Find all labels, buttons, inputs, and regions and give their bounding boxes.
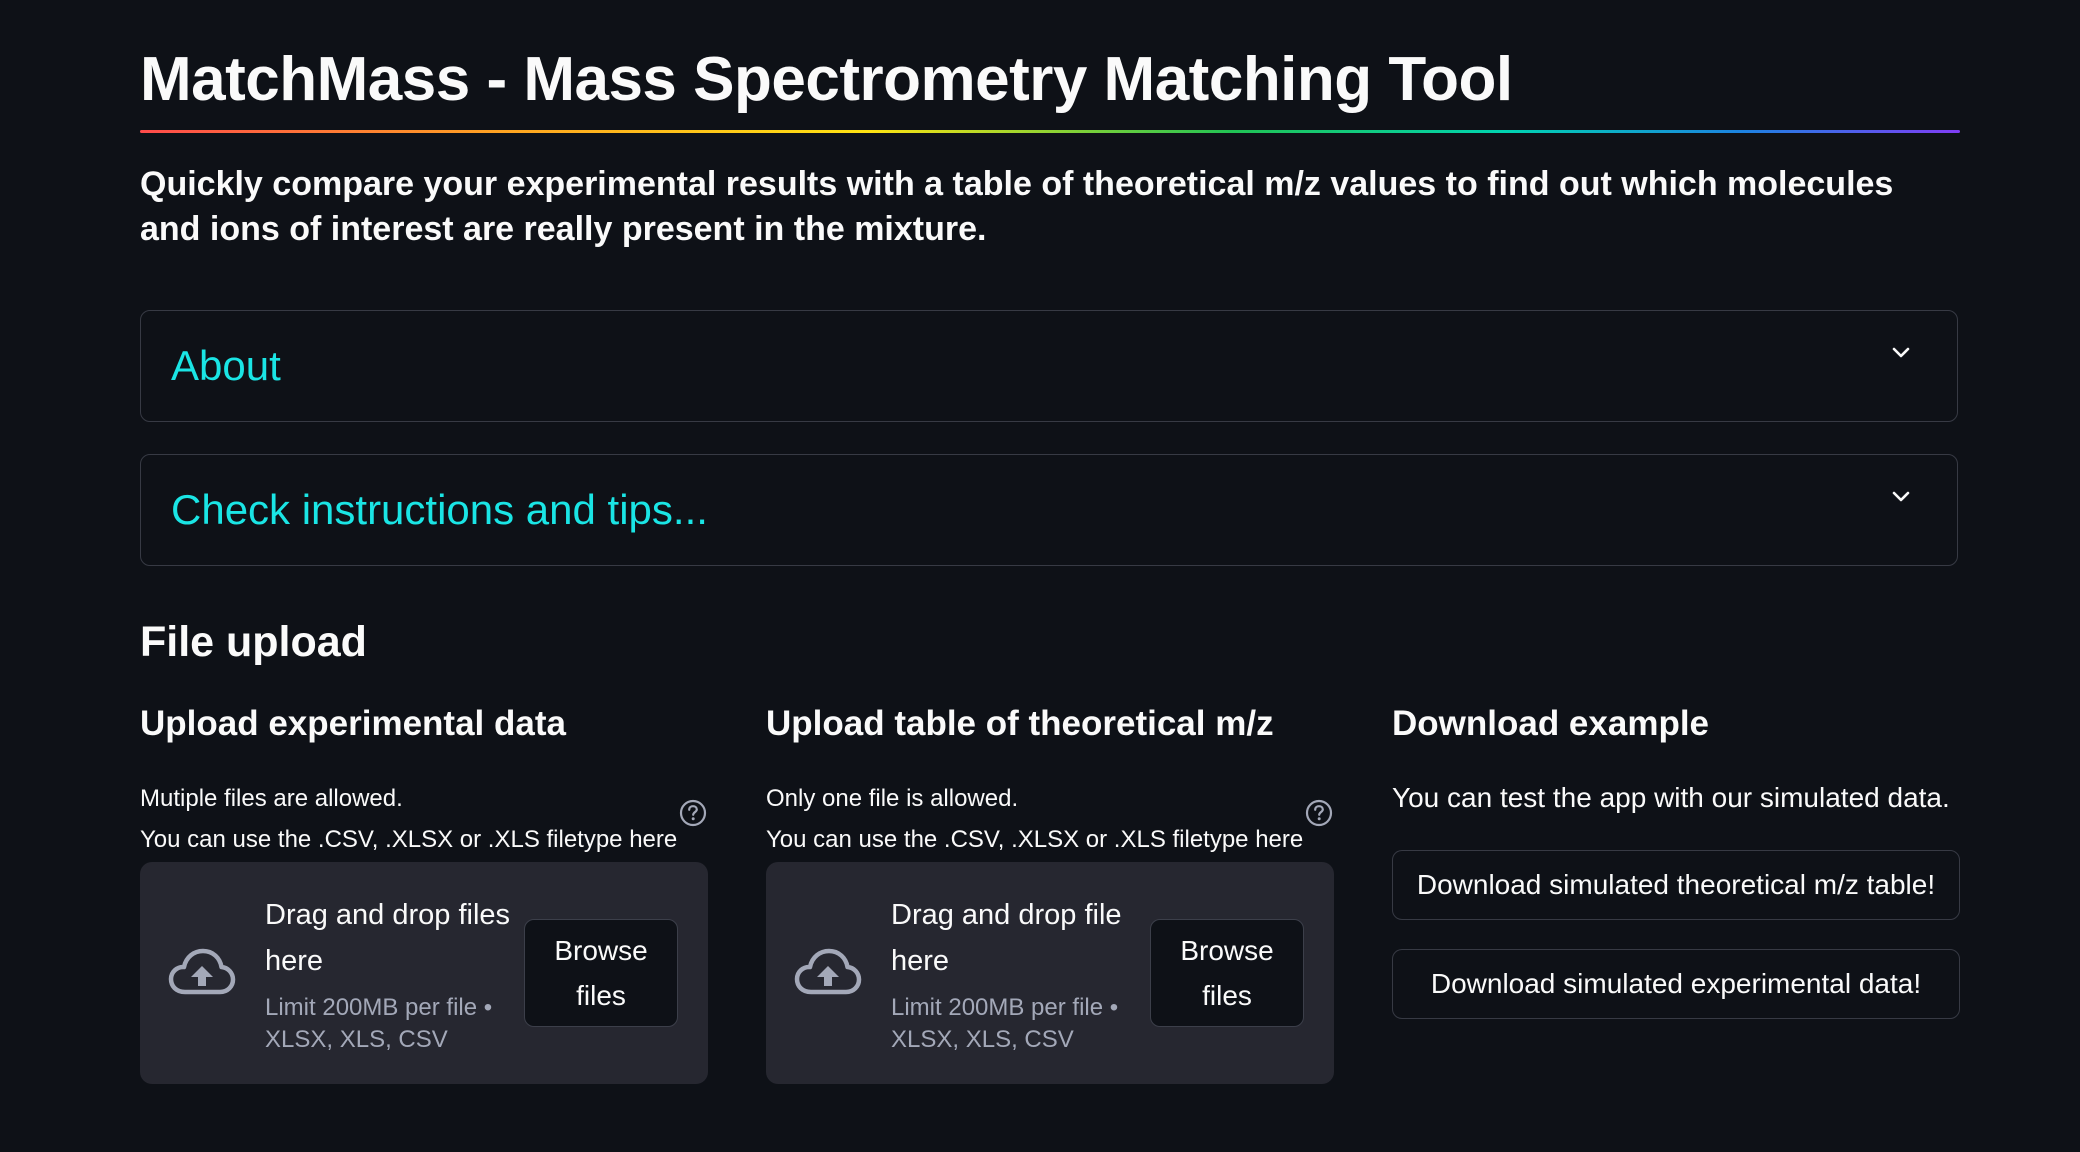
instructions-expander[interactable]: Check instructions and tips... bbox=[140, 454, 1958, 566]
about-expander-label: About bbox=[171, 342, 281, 389]
theoretical-dropzone[interactable]: Drag and drop file here Limit 200MB per … bbox=[766, 862, 1334, 1084]
experimental-help-line1: Mutiple files are allowed. bbox=[140, 785, 403, 812]
app-page: MatchMass - Mass Spectrometry Matching T… bbox=[0, 0, 2080, 1152]
chevron-down-icon bbox=[1892, 347, 1910, 358]
download-example-column: Download example You can test the app wi… bbox=[1392, 700, 1960, 1019]
title-divider bbox=[140, 130, 1960, 133]
theoretical-browse-button[interactable]: Browse files bbox=[1150, 919, 1304, 1027]
download-theoretical-button[interactable]: Download simulated theoretical m/z table… bbox=[1392, 850, 1960, 920]
help-circle-icon[interactable] bbox=[1304, 798, 1334, 828]
theoretical-help-line2: You can use the .CSV, .XLSX or .XLS file… bbox=[766, 826, 1304, 853]
theoretical-dropzone-title: Drag and drop file here bbox=[891, 899, 1122, 977]
theoretical-dropzone-limit: Limit 200MB per file • XLSX, XLS, CSV bbox=[891, 994, 1119, 1053]
theoretical-upload-heading: Upload table of theoretical m/z bbox=[766, 704, 1274, 743]
download-example-text: You can test the app with our simulated … bbox=[1392, 782, 1950, 813]
experimental-dropzone[interactable]: Drag and drop files here Limit 200MB per… bbox=[140, 862, 708, 1084]
experimental-help-line2: You can use the .CSV, .XLSX or .XLS file… bbox=[140, 826, 678, 853]
experimental-upload-heading: Upload experimental data bbox=[140, 704, 566, 743]
download-example-heading: Download example bbox=[1392, 704, 1710, 743]
experimental-browse-button[interactable]: Browse files bbox=[524, 919, 678, 1027]
cloud-upload-icon bbox=[794, 948, 862, 995]
experimental-upload-column: Upload experimental data Mutiple files a… bbox=[140, 700, 708, 1084]
chevron-down-icon bbox=[1892, 491, 1910, 502]
instructions-expander-label: Check instructions and tips... bbox=[171, 486, 708, 533]
theoretical-help-text: Only one file is allowed. You can use th… bbox=[766, 778, 1303, 860]
file-upload-heading: File upload bbox=[140, 618, 367, 666]
page-subtitle: Quickly compare your experimental result… bbox=[140, 165, 1894, 248]
experimental-dropzone-limit: Limit 200MB per file • XLSX, XLS, CSV bbox=[265, 994, 493, 1053]
experimental-help-text: Mutiple files are allowed. You can use t… bbox=[140, 778, 677, 860]
theoretical-help-line1: Only one file is allowed. bbox=[766, 785, 1019, 812]
experimental-dropzone-title: Drag and drop files here bbox=[265, 899, 511, 977]
download-experimental-button[interactable]: Download simulated experimental data! bbox=[1392, 949, 1960, 1019]
page-title: MatchMass - Mass Spectrometry Matching T… bbox=[140, 45, 1513, 114]
theoretical-upload-column: Upload table of theoretical m/z Only one… bbox=[766, 700, 1334, 1084]
cloud-upload-icon bbox=[168, 948, 236, 995]
about-expander[interactable]: About bbox=[140, 310, 1958, 422]
help-circle-icon[interactable] bbox=[678, 798, 708, 828]
